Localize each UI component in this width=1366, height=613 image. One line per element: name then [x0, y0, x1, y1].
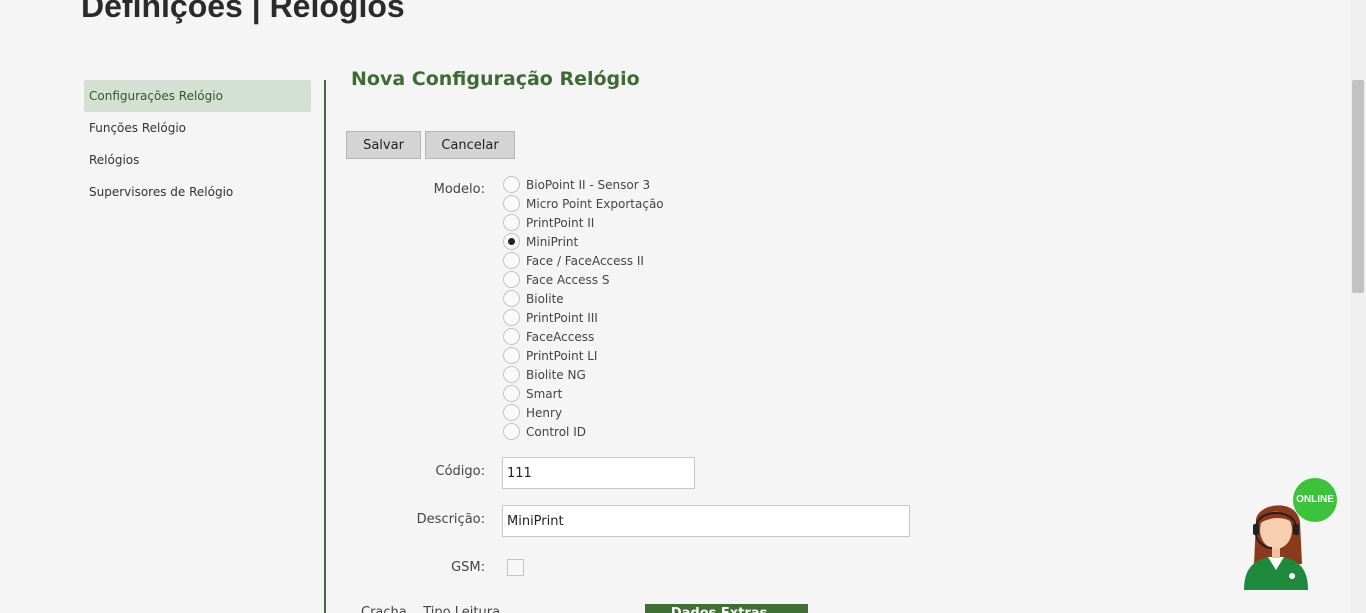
model-option[interactable]: Henry	[503, 403, 664, 422]
model-option-label: MiniPrint	[526, 234, 579, 249]
scrollbar-thumb[interactable]	[1352, 80, 1364, 293]
chat-widget[interactable]: ONLINE	[1240, 478, 1340, 593]
model-radio[interactable]	[503, 347, 520, 364]
model-radio[interactable]	[503, 176, 520, 193]
model-option[interactable]: Face / FaceAccess II	[503, 251, 664, 270]
partial-field-label: Cracha... Tipo Leitura ...	[361, 605, 517, 613]
model-label: Modelo:	[433, 182, 485, 197]
page-scrollbar[interactable]	[1350, 0, 1366, 613]
model-option-label: Smart	[526, 386, 563, 401]
content-divider	[324, 80, 326, 613]
sidebar-item-relogios[interactable]: Relógios	[84, 144, 311, 176]
code-label: Código:	[435, 464, 485, 479]
model-radio[interactable]	[503, 423, 520, 440]
model-option[interactable]: Biolite	[503, 289, 664, 308]
model-radio[interactable]	[503, 271, 520, 288]
model-option[interactable]: Face Access S	[503, 270, 664, 289]
model-option-label: BioPoint II - Sensor 3	[526, 177, 651, 192]
model-option-label: PrintPoint II	[526, 215, 595, 230]
model-option-label: Face / FaceAccess II	[526, 253, 644, 268]
sidebar-item-configuracoes-relogio[interactable]: Configurações Relógio	[84, 80, 311, 112]
model-radio[interactable]	[503, 214, 520, 231]
online-badge: ONLINE	[1293, 478, 1337, 522]
model-option-label: Face Access S	[526, 272, 610, 287]
model-radio[interactable]	[503, 233, 520, 250]
model-option[interactable]: Biolite NG	[503, 365, 664, 384]
model-option-label: FaceAccess	[526, 329, 595, 344]
gsm-checkbox[interactable]	[507, 559, 524, 576]
model-radio[interactable]	[503, 309, 520, 326]
model-option-label: Henry	[526, 405, 563, 420]
model-option-label: Micro Point Exportação	[526, 196, 664, 211]
model-radio[interactable]	[503, 404, 520, 421]
model-option[interactable]: FaceAccess	[503, 327, 664, 346]
save-button[interactable]: Salvar	[346, 131, 421, 159]
model-radio[interactable]	[503, 290, 520, 307]
model-option[interactable]: PrintPoint II	[503, 213, 664, 232]
cancel-button[interactable]: Cancelar	[425, 131, 515, 159]
model-option[interactable]: MiniPrint	[503, 232, 664, 251]
description-label: Descrição:	[416, 512, 485, 527]
model-option-label: Control ID	[526, 424, 586, 439]
gsm-label: GSM:	[451, 560, 485, 575]
model-radio[interactable]	[503, 366, 520, 383]
sidebar-item-funcoes-relogio[interactable]: Funções Relógio	[84, 112, 311, 144]
model-radio[interactable]	[503, 252, 520, 269]
description-input[interactable]	[502, 505, 910, 537]
model-option[interactable]: Micro Point Exportação	[503, 194, 664, 213]
model-radio[interactable]	[503, 195, 520, 212]
model-option-label: PrintPoint III	[526, 310, 598, 325]
page-title: Definições | Relógios	[81, 0, 405, 24]
model-option[interactable]: Smart	[503, 384, 664, 403]
model-option[interactable]: BioPoint II - Sensor 3	[503, 175, 664, 194]
model-option-label: Biolite	[526, 291, 564, 306]
model-option[interactable]: Control ID	[503, 422, 664, 441]
model-radio-group: BioPoint II - Sensor 3 Micro Point Export…	[503, 175, 664, 441]
extra-data-button[interactable]: Dados Extras...	[645, 604, 808, 613]
form-title: Nova Configuração Relógio	[351, 68, 640, 90]
model-option[interactable]: PrintPoint III	[503, 308, 664, 327]
model-option[interactable]: PrintPoint LI	[503, 346, 664, 365]
sidebar: Configurações Relógio Funções Relógio Re…	[84, 80, 311, 208]
model-radio[interactable]	[503, 328, 520, 345]
model-option-label: PrintPoint LI	[526, 348, 598, 363]
model-radio[interactable]	[503, 385, 520, 402]
code-input[interactable]	[502, 457, 695, 489]
sidebar-item-supervisores[interactable]: Supervisores de Relógio	[84, 176, 311, 208]
model-option-label: Biolite NG	[526, 367, 586, 382]
